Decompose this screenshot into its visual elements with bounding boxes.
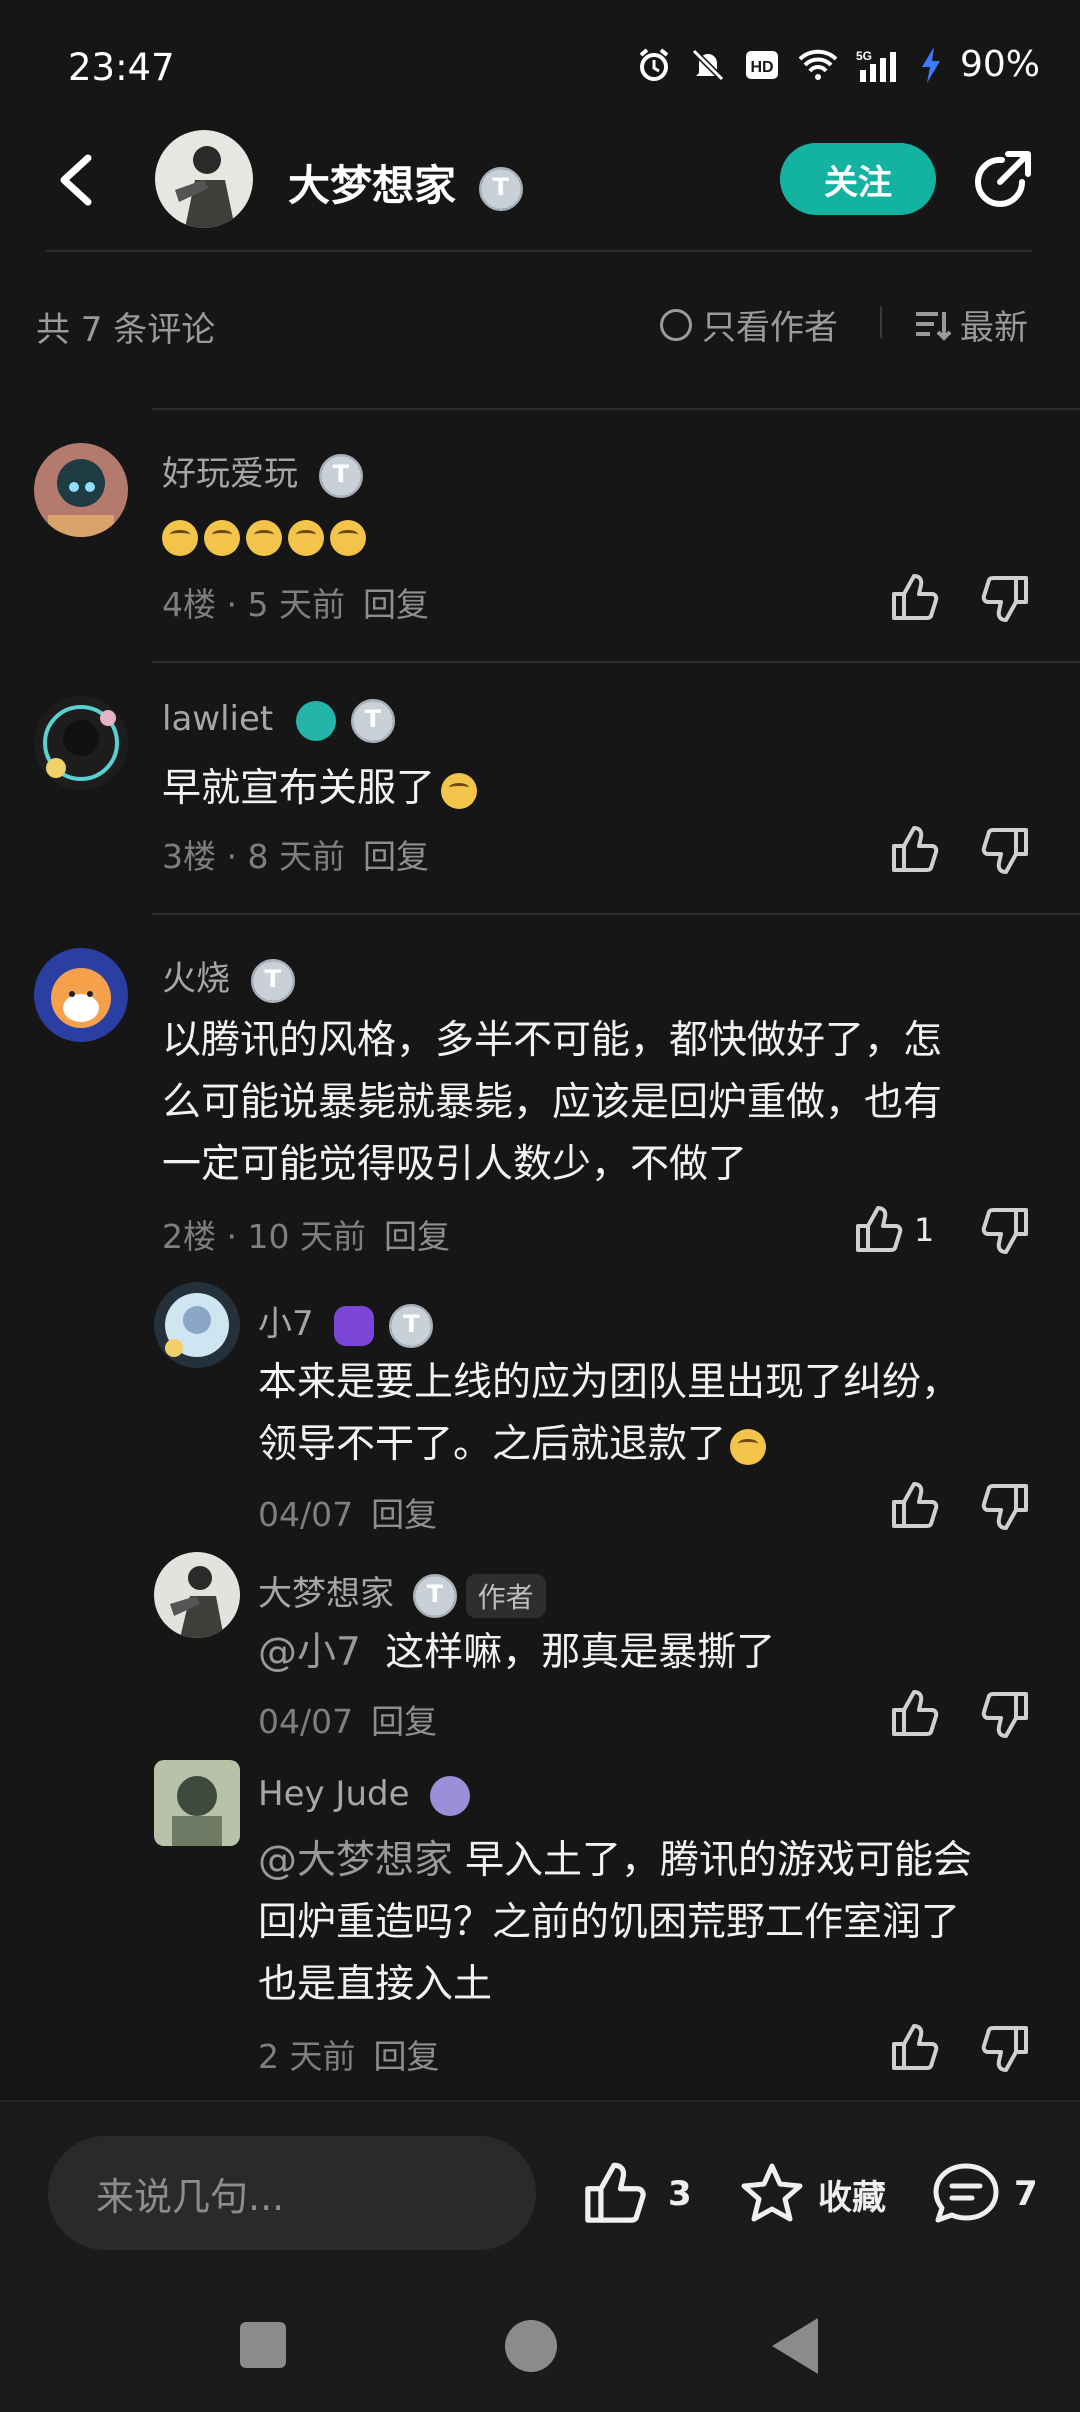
back-arrow-icon[interactable]	[52, 150, 104, 210]
mention-link[interactable]: @小7	[258, 1630, 361, 1675]
comment-meta: 3楼 · 8 天前 回复	[162, 837, 429, 876]
emoji-icon	[288, 519, 324, 556]
like-icon[interactable]	[888, 2022, 940, 2074]
list-divider	[152, 661, 1080, 663]
crying-emoji-icon	[730, 1428, 767, 1465]
battery-level: 90%	[959, 44, 1040, 85]
list-divider	[152, 913, 1080, 915]
emoji-icon	[441, 772, 478, 809]
rocket-badge-icon	[430, 1775, 471, 1816]
reply-button[interactable]: 回复	[363, 585, 429, 624]
reply-button[interactable]: 回复	[371, 1702, 437, 1741]
comment-content: 以腾讯的风格，多半不可能，都快做好了，怎 么可能说暴毙就暴毙，应该是回炉重做，也…	[162, 1018, 943, 1187]
level-badge-icon	[350, 698, 395, 743]
post-like-button[interactable]: 3	[580, 2160, 692, 2228]
sort-icon	[916, 311, 952, 341]
radio-icon	[660, 308, 692, 341]
star-icon	[741, 2163, 803, 2222]
alarm-icon	[639, 47, 669, 81]
emoji-icon	[246, 519, 282, 556]
comment-bubble-icon	[933, 2163, 999, 2223]
avatar[interactable]	[154, 1552, 240, 1638]
dislike-icon[interactable]	[980, 2022, 1032, 2074]
like-button[interactable]: 1	[852, 1204, 934, 1256]
hd-icon: HD	[745, 50, 778, 79]
status-time: 23:47	[68, 46, 175, 89]
comment-meta: 4楼 · 5 天前 回复	[162, 585, 429, 624]
like-icon[interactable]	[888, 1688, 940, 1740]
svg-text:5G: 5G	[856, 49, 872, 63]
nav-back-button[interactable]	[772, 2318, 818, 2374]
avatar[interactable]	[34, 443, 128, 537]
reply-meta: 04/07 回复	[258, 1495, 438, 1534]
like-icon	[585, 2162, 646, 2223]
comment-content: 早就宣布关服了	[162, 758, 483, 820]
mention-link[interactable]: @大梦想家	[258, 1838, 453, 1883]
like-icon[interactable]	[888, 1480, 940, 1532]
reply-button[interactable]: 回复	[384, 1217, 450, 1256]
emoji-icon	[330, 519, 366, 556]
sort-button[interactable]: 最新	[914, 300, 1028, 349]
header-divider	[46, 250, 1032, 252]
favorite-button[interactable]: 收藏	[738, 2160, 886, 2228]
filter-divider	[880, 306, 882, 338]
trophy-badge-icon	[334, 1305, 375, 1346]
avatar[interactable]	[34, 696, 128, 790]
reply-button[interactable]: 回复	[363, 837, 429, 876]
vip-badge-icon	[296, 700, 337, 741]
comment-input[interactable]: 来说几句...	[48, 2136, 536, 2250]
status-icons: HD 5G 90%	[636, 44, 1040, 85]
reply-content: 本来是要上线的应为团队里出现了纠纷， 领导不干了。之后就退款了	[258, 1360, 961, 1467]
author-avatar[interactable]	[155, 130, 253, 228]
svg-text:HD: HD	[750, 59, 773, 76]
dislike-icon[interactable]	[980, 572, 1032, 624]
comment-count-label: 共 7 条评论	[36, 310, 216, 350]
signal-5g-icon: 5G	[856, 49, 896, 82]
wifi-icon	[798, 49, 838, 80]
list-divider	[152, 408, 1080, 410]
level-badge-icon	[250, 958, 295, 1003]
emoji-icon	[204, 519, 240, 556]
follow-button[interactable]: 关注	[780, 143, 936, 215]
reply-button[interactable]: 回复	[374, 2037, 440, 2076]
share-icon[interactable]	[970, 148, 1034, 212]
dislike-icon[interactable]	[980, 1480, 1032, 1532]
like-icon[interactable]	[888, 572, 940, 624]
charging-icon	[921, 46, 940, 83]
reply-meta: 2 天前 回复	[258, 2037, 440, 2076]
only-author-toggle[interactable]: 只看作者	[660, 300, 838, 349]
comments-button[interactable]: 7	[930, 2160, 1038, 2228]
level-badge-icon	[412, 1573, 457, 1618]
reply-content: @小7 这样嘛，那真是暴撕了	[258, 1630, 776, 1675]
avatar[interactable]	[154, 1760, 240, 1846]
avatar[interactable]	[154, 1282, 240, 1368]
reply-meta: 04/07 回复	[258, 1702, 438, 1741]
like-icon[interactable]	[888, 824, 940, 876]
dislike-icon[interactable]	[980, 1204, 1032, 1256]
reply-username[interactable]: Hey Jude	[258, 1774, 471, 1816]
recent-apps-button[interactable]	[240, 2322, 286, 2368]
comment-username[interactable]: 好玩爱玩	[162, 446, 363, 498]
comment-meta: 2楼 · 10 天前 回复	[162, 1217, 450, 1256]
dislike-icon[interactable]	[980, 1688, 1032, 1740]
author-name[interactable]: 大梦想家	[288, 152, 523, 213]
level-badge-icon	[389, 1303, 434, 1348]
mute-bell-icon	[691, 48, 725, 81]
author-tag: 作者	[465, 1573, 546, 1618]
reply-content: @大梦想家 早入土了，腾讯的游戏可能会 回炉重造吗？之前的饥困荒野工作室润了 也是…	[258, 1838, 973, 2007]
like-icon	[856, 1206, 903, 1252]
reply-username[interactable]: 大梦想家 作者	[258, 1566, 546, 1618]
reply-button[interactable]: 回复	[371, 1495, 437, 1534]
comment-username[interactable]: 火烧	[162, 951, 295, 1003]
level-badge-icon	[318, 453, 363, 498]
reply-username[interactable]: 小7	[258, 1296, 434, 1348]
avatar[interactable]	[34, 948, 128, 1042]
comment-emojis	[162, 505, 372, 567]
home-button[interactable]	[505, 2320, 557, 2372]
level-badge-icon	[478, 166, 523, 211]
bottom-divider	[0, 2100, 1080, 2102]
emoji-icon	[162, 519, 198, 556]
comment-username[interactable]: lawliet	[162, 698, 395, 743]
dislike-icon[interactable]	[980, 824, 1032, 876]
